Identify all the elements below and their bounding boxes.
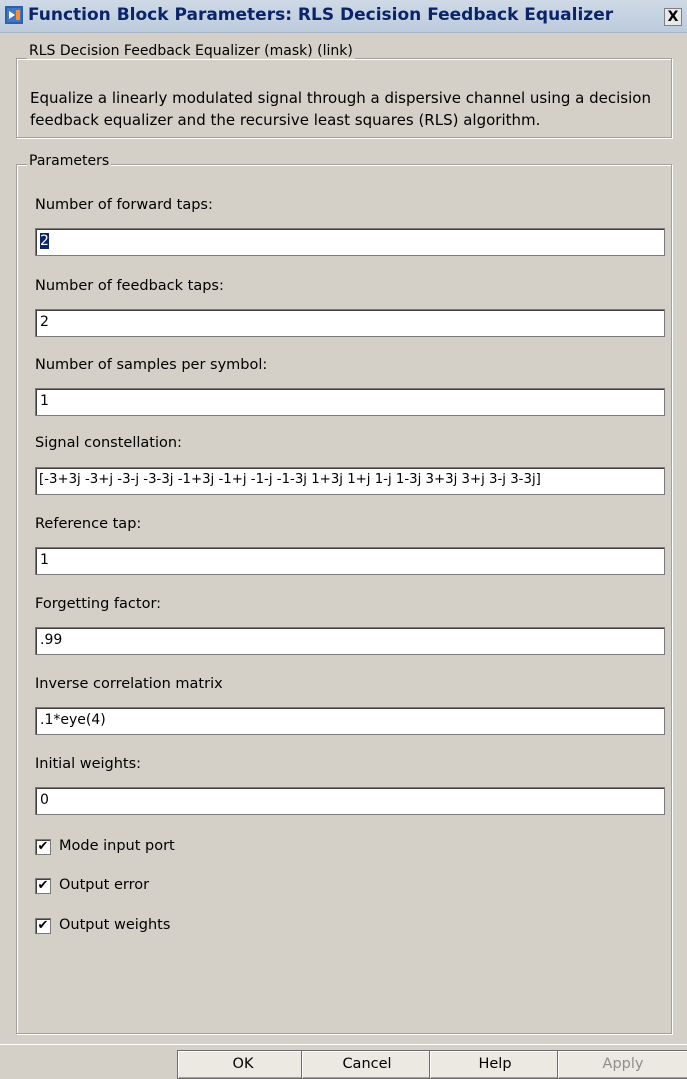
reference-tap-input[interactable]: 1 — [35, 547, 665, 575]
signal-constellation-label: Signal constellation: — [35, 435, 182, 451]
inverse-correlation-matrix-input[interactable]: .1*eye(4) — [35, 707, 665, 735]
signal-constellation-input[interactable]: [-3+3j -3+j -3-j -3-3j -1+3j -1+j -1-j -… — [35, 467, 665, 495]
forward-taps-value: 2 — [40, 233, 49, 249]
title-bar[interactable]: Function Block Parameters: RLS Decision … — [0, 0, 687, 33]
apply-button[interactable]: Apply — [557, 1050, 687, 1079]
window-title: Function Block Parameters: RLS Decision … — [28, 5, 614, 25]
forgetting-factor-label: Forgetting factor: — [35, 596, 162, 612]
inverse-correlation-matrix-label: Inverse correlation matrix — [35, 676, 223, 692]
output-error-label: Output error — [59, 877, 150, 893]
mode-input-port-checkbox[interactable]: ✔ — [35, 839, 51, 855]
mode-input-port-label: Mode input port — [59, 838, 175, 854]
reference-tap-label: Reference tap: — [35, 516, 142, 532]
parameters-group-title: Parameters — [27, 153, 112, 169]
button-bar-divider — [0, 1044, 687, 1045]
ok-button[interactable]: OK — [177, 1050, 309, 1079]
samples-per-symbol-label: Number of samples per symbol: — [35, 357, 268, 373]
simulink-block-icon — [5, 6, 23, 24]
output-weights-label: Output weights — [59, 917, 171, 933]
output-error-checkbox[interactable]: ✔ — [35, 878, 51, 894]
output-weights-checkbox[interactable]: ✔ — [35, 918, 51, 934]
initial-weights-label: Initial weights: — [35, 756, 142, 772]
feedback-taps-input[interactable]: 2 — [35, 309, 665, 337]
forward-taps-label: Number of forward taps: — [35, 197, 213, 213]
forward-taps-input[interactable]: 2 — [35, 228, 665, 256]
samples-per-symbol-input[interactable]: 1 — [35, 388, 665, 416]
description-group-title: RLS Decision Feedback Equalizer (mask) (… — [27, 43, 355, 59]
forgetting-factor-input[interactable]: .99 — [35, 627, 665, 655]
help-button[interactable]: Help — [429, 1050, 561, 1079]
close-button[interactable]: X — [664, 8, 682, 26]
initial-weights-input[interactable]: 0 — [35, 787, 665, 815]
feedback-taps-label: Number of feedback taps: — [35, 278, 224, 294]
cancel-button[interactable]: Cancel — [301, 1050, 433, 1079]
block-description: Equalize a linearly modulated signal thr… — [30, 89, 651, 129]
